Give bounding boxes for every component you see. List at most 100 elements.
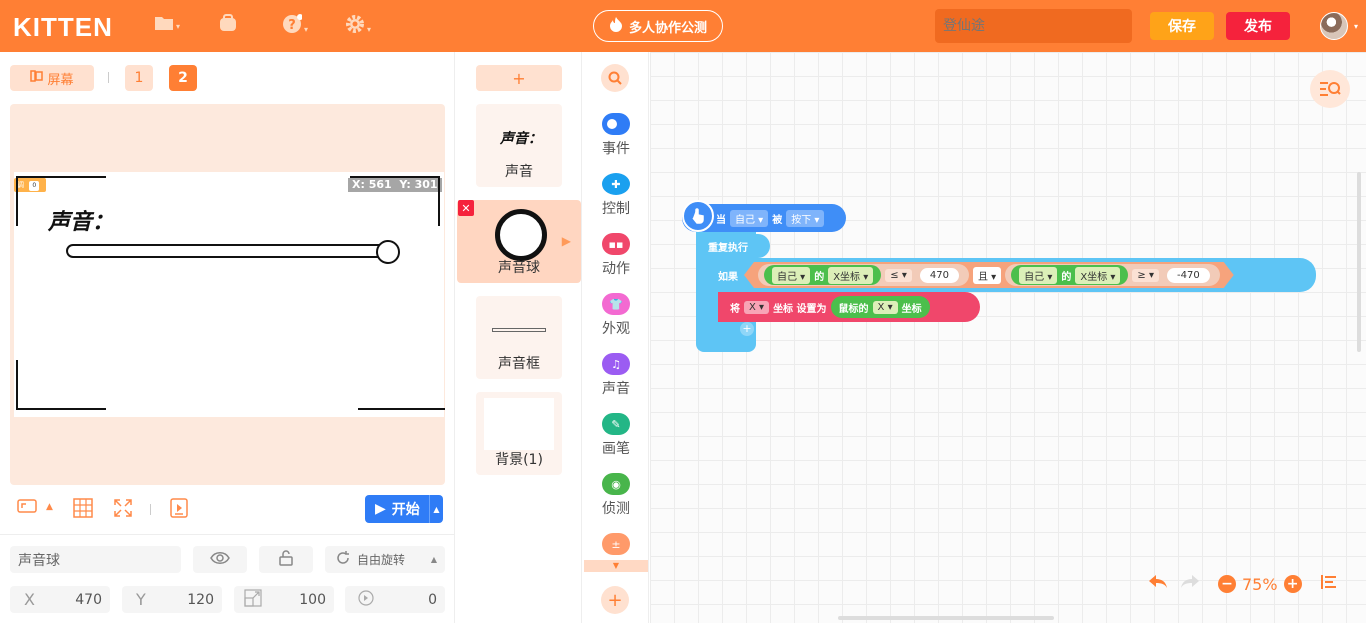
add-block-plus-icon[interactable]: +: [740, 322, 754, 336]
hat-target-dropdown[interactable]: 自己 ▾: [730, 209, 769, 227]
undo-icon[interactable]: [1148, 574, 1168, 594]
screen-1-tab[interactable]: 1: [125, 65, 153, 91]
start-button[interactable]: ▶ 开始 ▲: [365, 495, 443, 523]
category-looks[interactable]: 👕 外观: [583, 293, 649, 349]
collab-label: 多人协作公测: [628, 20, 707, 36]
screen-icon: [30, 70, 44, 86]
sprite-label: 背景(1): [495, 452, 543, 468]
delete-sprite-icon[interactable]: ✕: [458, 200, 474, 216]
category-sound[interactable]: ♫ 声音: [583, 353, 649, 409]
settings-gear-icon[interactable]: ▾: [345, 14, 371, 39]
block-search-icon[interactable]: [1310, 70, 1350, 108]
save-button[interactable]: 保存: [1150, 12, 1214, 40]
sound-ball-sprite[interactable]: [376, 240, 400, 264]
search-icon[interactable]: [601, 64, 629, 92]
visibility-toggle[interactable]: [193, 546, 247, 573]
sprite-item-background[interactable]: 背景(1): [476, 392, 562, 475]
add-extension-button[interactable]: +: [601, 586, 629, 614]
publish-button[interactable]: 发布: [1226, 12, 1290, 40]
screen-2-tab[interactable]: 2: [169, 65, 197, 91]
help-icon[interactable]: ? ▾: [282, 14, 308, 39]
align-blocks-icon[interactable]: [1320, 574, 1338, 594]
compare-left-block[interactable]: 自己 ▾ 的 X坐标 ▾ ≤ ▾ 470: [758, 264, 969, 286]
compare-operator-dropdown[interactable]: ≤ ▾: [885, 269, 912, 282]
hat-event-dropdown[interactable]: 按下 ▾: [786, 209, 825, 227]
property-dropdown[interactable]: X坐标 ▾: [1075, 267, 1120, 284]
grid-icon[interactable]: [73, 498, 93, 522]
screen-tab[interactable]: 屏幕: [10, 65, 94, 91]
user-avatar[interactable]: [1320, 12, 1348, 40]
pen-icon: ✎: [602, 413, 630, 435]
rotation-mode-select[interactable]: 自由旋转 ▲: [325, 546, 445, 573]
category-events[interactable]: 事件: [583, 113, 649, 169]
when-pressed-hat-block[interactable]: 当 自己 ▾ 被 按下 ▾: [682, 200, 846, 232]
stage-canvas[interactable]: 调 0 X: 561 Y: 301 声音：: [14, 172, 445, 417]
category-control[interactable]: ✚ 控制: [583, 173, 649, 229]
stage-size-caret-icon[interactable]: ▲: [46, 502, 53, 512]
play-icon: ▶: [375, 501, 386, 517]
stage-size-icon[interactable]: [17, 498, 37, 517]
operator-icon: ±: [602, 533, 630, 555]
redo-icon[interactable]: [1180, 574, 1200, 594]
direction-field[interactable]: 0: [345, 586, 445, 613]
repeat-forever-block[interactable]: 重复执行: [696, 234, 770, 258]
category-pen[interactable]: ✎ 画笔: [583, 413, 649, 469]
shirt-icon: 👕: [602, 293, 630, 315]
y-position-field[interactable]: Y 120: [122, 586, 222, 613]
sprite-label: 声音框: [498, 356, 540, 372]
sprite-name-field[interactable]: 声音球: [10, 546, 181, 573]
sprite-item-sound[interactable]: 声音： 声音: [476, 104, 562, 187]
zoom-out-icon[interactable]: −: [1218, 575, 1236, 593]
category-label: 画笔: [602, 441, 630, 457]
property-reporter-left[interactable]: 自己 ▾ 的 X坐标 ▾: [764, 265, 881, 285]
workspace-controls: − 75% +: [1148, 574, 1338, 594]
logic-dropdown[interactable]: 且 ▾: [973, 267, 1001, 284]
sprite-item-sound-frame[interactable]: 声音框: [476, 296, 562, 379]
x-position-field[interactable]: X 470: [10, 586, 110, 613]
horizontal-scrollbar[interactable]: [838, 616, 1054, 620]
object-dropdown[interactable]: 自己 ▾: [772, 267, 810, 284]
property-dropdown[interactable]: X坐标 ▾: [828, 267, 873, 284]
fullscreen-icon[interactable]: [113, 498, 133, 522]
number-input[interactable]: -470: [1167, 268, 1210, 283]
mouse-position-reporter[interactable]: 鼠标的 X ▾ 坐标: [830, 296, 930, 318]
stage-preview[interactable]: 调 0 X: 561 Y: 301 声音：: [10, 104, 445, 485]
code-workspace[interactable]: 当 自己 ▾ 被 按下 ▾ 重复执行 如果 自己 ▾ 的 X坐标 ▾ ≤ ▾ 4…: [650, 52, 1366, 623]
y-label: Y: [136, 590, 146, 609]
category-sensing[interactable]: ◉ 侦测: [583, 473, 649, 529]
hat-when-label: 当: [716, 214, 726, 226]
mouse-axis-value: X: [877, 301, 885, 313]
property-reporter-right[interactable]: 自己 ▾ 的 X坐标 ▾: [1011, 265, 1128, 285]
object-dropdown[interactable]: 自己 ▾: [1019, 267, 1057, 284]
multiplayer-collab-button[interactable]: 多人协作公测: [593, 10, 723, 42]
set-coordinate-block[interactable]: 将 X ▾ 坐标 设置为 鼠标的 X ▾ 坐标: [718, 292, 980, 322]
logic-value: 且: [977, 271, 988, 283]
chevron-up-icon[interactable]: ▲: [429, 495, 443, 523]
if-block[interactable]: 如果 自己 ▾ 的 X坐标 ▾ ≤ ▾ 470 且 ▾ 自己 ▾ 的 X坐标 ▾…: [708, 258, 1316, 292]
compare-right-block[interactable]: 自己 ▾ 的 X坐标 ▾ ≥ ▾ -470: [1005, 264, 1220, 286]
chevron-down-icon[interactable]: ▼: [584, 560, 648, 572]
number-input[interactable]: 470: [920, 268, 959, 283]
project-name-input[interactable]: [935, 9, 1132, 43]
vertical-scrollbar[interactable]: [1357, 172, 1361, 352]
app-logo: KITTEN: [13, 12, 113, 42]
block-categories: 事件 ✚ 控制 ▪▪ 动作 👕 外观 ♫ 声音 ✎ 画笔 ◉ 侦测 ± ▼ +: [583, 52, 649, 623]
size-field[interactable]: 100: [234, 586, 334, 613]
axis-dropdown[interactable]: X ▾: [744, 300, 770, 314]
file-menu-icon[interactable]: ▾: [154, 14, 180, 36]
control-icon: ✚: [602, 173, 630, 195]
mouse-label: 鼠标的: [838, 303, 869, 315]
compare-operator-dropdown[interactable]: ≥ ▾: [1132, 269, 1159, 282]
category-motion[interactable]: ▪▪ 动作: [583, 233, 649, 289]
mouse-axis-dropdown[interactable]: X ▾: [872, 300, 898, 314]
and-operator-block[interactable]: 自己 ▾ 的 X坐标 ▾ ≤ ▾ 470 且 ▾ 自己 ▾ 的 X坐标 ▾ ≥ …: [744, 262, 1234, 288]
backpack-icon[interactable]: [218, 14, 238, 37]
sprite-item-sound-ball[interactable]: ✕ ▶ 声音球: [457, 200, 581, 283]
play-preview-icon[interactable]: [169, 498, 189, 522]
lock-toggle[interactable]: [259, 546, 313, 573]
sprite-thumbnail: 声音：: [500, 131, 542, 147]
add-sprite-button[interactable]: +: [476, 65, 562, 91]
sprite-list: + 声音： 声音 ✕ ▶ 声音球 声音框 背景(1): [456, 52, 582, 623]
chevron-down-icon[interactable]: ▾: [1354, 22, 1358, 31]
zoom-in-icon[interactable]: +: [1283, 575, 1302, 593]
